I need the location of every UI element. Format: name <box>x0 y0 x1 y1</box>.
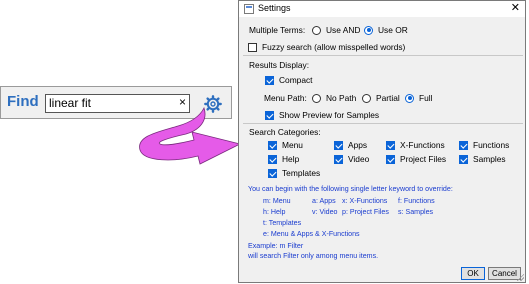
menu-path-label: Menu Path: <box>264 93 307 103</box>
keyword-help-item: h: Help <box>263 208 286 216</box>
use-and-radio[interactable]: Use AND <box>312 25 360 35</box>
category-templates-checkbox[interactable]: Templates <box>268 168 320 178</box>
close-icon[interactable]: ✕ <box>511 2 520 15</box>
curved-arrow-icon <box>139 106 242 165</box>
category-label: X-Functions <box>400 140 445 150</box>
checkbox-indicator <box>265 75 274 85</box>
checkbox-indicator <box>459 140 468 150</box>
checkbox-indicator <box>459 154 468 164</box>
category-xfunctions-checkbox[interactable]: X-Functions <box>386 140 445 150</box>
show-preview-checkbox[interactable]: Show Preview for Samples <box>265 110 379 120</box>
use-or-radio[interactable]: Use OR <box>364 25 408 35</box>
divider <box>243 55 523 56</box>
category-samples-checkbox[interactable]: Samples <box>459 154 506 164</box>
full-radio[interactable]: Full <box>405 93 433 103</box>
example-text: will search Filter only among menu items… <box>248 252 379 260</box>
ok-button[interactable]: OK <box>461 267 485 280</box>
resize-grip-icon[interactable] <box>516 273 524 281</box>
category-functions-checkbox[interactable]: Functions <box>459 140 509 150</box>
window-icon <box>244 4 254 14</box>
keyword-help-item: x: X-Functions <box>342 197 388 205</box>
keyword-help-item: f: Functions <box>398 197 435 205</box>
compact-checkbox[interactable]: Compact <box>265 75 313 85</box>
radio-indicator <box>405 93 414 103</box>
keyword-help-item: s: Samples <box>398 208 434 216</box>
show-preview-label: Show Preview for Samples <box>279 110 380 120</box>
keyword-help-item: e: Menu & Apps & X-Functions <box>263 230 360 238</box>
category-label: Functions <box>473 140 510 150</box>
category-label: Samples <box>473 154 506 164</box>
full-label: Full <box>419 93 433 103</box>
keyword-help-item: p: Project Files <box>342 208 389 216</box>
category-menu-checkbox[interactable]: Menu <box>268 140 303 150</box>
checkbox-indicator <box>268 140 277 150</box>
compact-label: Compact <box>279 75 313 85</box>
radio-indicator <box>362 93 371 103</box>
keyword-help-intro: You can begin with the following single … <box>248 185 453 193</box>
results-display-label: Results Display: <box>249 60 310 70</box>
category-apps-checkbox[interactable]: Apps <box>334 140 367 150</box>
keyword-help-item: v: Video <box>312 208 338 216</box>
no-path-label: No Path <box>326 93 357 103</box>
category-project-files-checkbox[interactable]: Project Files <box>386 154 446 164</box>
no-path-radio[interactable]: No Path <box>312 93 356 103</box>
category-label: Video <box>348 154 370 164</box>
checkbox-indicator <box>386 140 395 150</box>
search-categories-label: Search Categories: <box>249 127 321 137</box>
use-or-label: Use OR <box>378 25 408 35</box>
radio-indicator <box>312 25 321 35</box>
checkbox-indicator <box>268 168 277 178</box>
category-label: Apps <box>348 140 368 150</box>
divider <box>243 123 523 124</box>
radio-indicator <box>364 25 373 35</box>
use-and-label: Use AND <box>326 25 361 35</box>
fuzzy-search-checkbox[interactable]: Fuzzy search (allow misspelled words) <box>248 42 405 52</box>
category-video-checkbox[interactable]: Video <box>334 154 369 164</box>
radio-indicator <box>312 93 321 103</box>
checkbox-indicator <box>248 42 257 52</box>
category-help-checkbox[interactable]: Help <box>268 154 299 164</box>
fuzzy-search-label: Fuzzy search (allow misspelled words) <box>262 42 406 52</box>
multiple-terms-label: Multiple Terms: <box>249 25 306 35</box>
settings-dialog: Settings ✕ Multiple Terms: Use AND Use O… <box>238 0 526 283</box>
example-text: Example: m Filter <box>248 242 304 250</box>
checkbox-indicator <box>386 154 395 164</box>
checkbox-indicator <box>268 154 277 164</box>
keyword-help-item: a: Apps <box>312 197 336 205</box>
category-label: Menu <box>282 140 303 150</box>
partial-radio[interactable]: Partial <box>362 93 400 103</box>
checkbox-indicator <box>334 154 343 164</box>
checkbox-indicator <box>334 140 343 150</box>
category-label: Templates <box>282 168 321 178</box>
title-bar: Settings ✕ <box>239 1 525 17</box>
find-label: Find <box>7 93 39 110</box>
partial-label: Partial <box>376 93 400 103</box>
category-label: Project Files <box>400 154 447 164</box>
category-label: Help <box>282 154 300 164</box>
keyword-help-item: t: Templates <box>263 219 302 227</box>
dialog-title: Settings <box>258 3 291 13</box>
keyword-help-item: m: Menu <box>263 197 291 205</box>
checkbox-indicator <box>265 110 274 120</box>
